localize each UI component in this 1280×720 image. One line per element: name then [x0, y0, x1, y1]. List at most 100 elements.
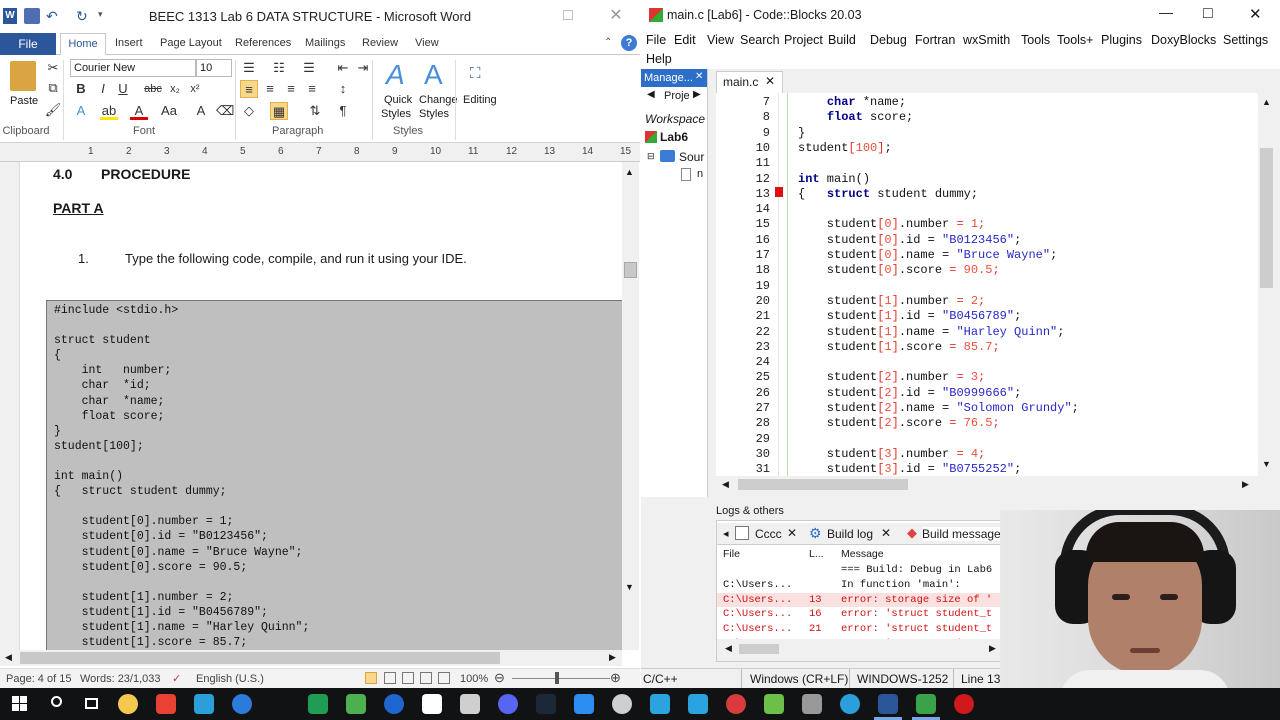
tab-cccc[interactable]: Cccc — [755, 527, 782, 541]
edge-icon[interactable] — [840, 694, 860, 714]
page-count[interactable]: Page: 4 of 15 — [6, 673, 71, 685]
sources-node[interactable]: Sour — [679, 150, 704, 164]
menu-build[interactable]: Build — [828, 33, 856, 47]
app-icon[interactable] — [802, 694, 822, 714]
scroll-up-icon[interactable]: ▲ — [625, 167, 634, 177]
font-size-select[interactable]: 10 — [196, 59, 232, 77]
align-left-icon[interactable]: ≡ — [240, 80, 258, 98]
borders-icon[interactable]: ▦ — [270, 102, 288, 120]
zoom-thumb[interactable] — [555, 672, 559, 684]
log-column-header[interactable]: Message — [841, 548, 884, 560]
file-explorer-icon[interactable] — [118, 694, 138, 714]
menu-doxyblocks[interactable]: DoxyBlocks — [1151, 33, 1216, 47]
app-icon[interactable] — [574, 694, 594, 714]
word-horizontal-scrollbar[interactable]: ◀ ▶ — [0, 650, 622, 666]
app-icon[interactable] — [612, 694, 632, 714]
sort-icon[interactable]: ⇅ — [306, 102, 324, 120]
grow-font-icon[interactable]: A — [192, 102, 210, 120]
close-panel-icon[interactable]: ✕ — [695, 71, 703, 82]
hscroll-thumb[interactable] — [20, 652, 500, 664]
menu-project[interactable]: Project — [784, 33, 823, 47]
print-layout-icon[interactable] — [365, 672, 377, 684]
text-effects-icon[interactable]: A — [72, 102, 90, 120]
justify-icon[interactable]: ≡ — [303, 80, 321, 98]
expand-icon[interactable]: ⊟ — [647, 151, 655, 162]
web-layout-icon[interactable] — [402, 672, 414, 684]
help-icon[interactable]: ? — [621, 35, 637, 51]
scroll-down-icon[interactable]: ▼ — [625, 582, 634, 592]
windows-start-icon[interactable] — [8, 692, 32, 716]
steam-icon[interactable] — [536, 694, 556, 714]
scroll-thumb[interactable] — [1260, 148, 1273, 288]
tab-scroll-left-icon[interactable]: ◀ — [647, 89, 655, 100]
maximize-icon[interactable]: □ — [557, 6, 579, 26]
app-icon[interactable] — [346, 694, 366, 714]
proofing-icon[interactable]: ✓ — [172, 672, 181, 685]
tab-home[interactable]: Home — [60, 33, 106, 56]
menu-tools[interactable]: Tools+ — [1057, 33, 1093, 47]
menu-settings[interactable]: Settings — [1223, 33, 1268, 47]
hscroll-thumb[interactable] — [738, 479, 908, 490]
underline-icon[interactable]: U — [114, 80, 132, 98]
show-marks-icon[interactable]: ¶ — [334, 102, 352, 120]
line-spacing-icon[interactable]: ↕ — [334, 80, 352, 98]
zoom-level[interactable]: 100% — [460, 673, 488, 685]
cut-icon[interactable]: ✂ — [44, 59, 62, 77]
menu-search[interactable]: Search — [740, 33, 780, 47]
edge-icon[interactable] — [194, 694, 214, 714]
bullets-icon[interactable]: ☰ — [240, 59, 258, 77]
paste-icon[interactable] — [10, 61, 36, 91]
close-icon[interactable]: ✕ — [1249, 5, 1262, 23]
tab-page-layout[interactable]: Page Layout — [160, 37, 222, 49]
error-marker-icon[interactable] — [775, 187, 783, 197]
tab-insert[interactable]: Insert — [115, 37, 143, 49]
change-styles-label-2[interactable]: Styles — [419, 108, 449, 120]
editing-button[interactable]: Editing — [463, 94, 497, 106]
tab-build-log[interactable]: Build log — [827, 527, 873, 541]
tab-build-messages[interactable]: Build message — [922, 527, 1001, 541]
tab-file[interactable]: File — [0, 33, 56, 55]
scroll-left-icon[interactable]: ◀ — [722, 479, 729, 490]
code-block-selection[interactable]: #include <stdio.h> struct student{ int nu… — [46, 300, 622, 650]
scroll-left-icon[interactable]: ◀ — [5, 652, 12, 663]
scroll-right-icon[interactable]: ▶ — [989, 643, 996, 654]
close-tab-icon[interactable]: ✕ — [787, 526, 797, 540]
qat-dropdown-icon[interactable]: ▾ — [98, 9, 103, 20]
menu-edit[interactable]: Edit — [674, 33, 696, 47]
menu-help[interactable]: Help — [646, 52, 672, 66]
multilevel-list-icon[interactable]: ☰ — [300, 59, 318, 77]
draft-icon[interactable] — [438, 672, 450, 684]
zoom-in-icon[interactable]: ⊕ — [610, 670, 621, 686]
outline-icon[interactable] — [420, 672, 432, 684]
telegram-icon[interactable] — [650, 694, 670, 714]
close-icon[interactable]: ✕ — [605, 6, 627, 26]
codeblocks-icon[interactable] — [916, 694, 936, 714]
font-color-icon[interactable]: A — [130, 102, 148, 120]
redo-icon[interactable]: ↻ — [76, 8, 92, 24]
change-styles-label[interactable]: Change — [419, 94, 458, 106]
highlight-icon[interactable]: ab — [100, 102, 118, 120]
editor-horizontal-scrollbar[interactable]: ◀ ▶ — [716, 476, 1258, 493]
menu-tools[interactable]: Tools — [1021, 33, 1050, 47]
undo-icon[interactable]: ↶ — [46, 8, 62, 24]
vpn-icon[interactable] — [308, 694, 328, 714]
word-count[interactable]: Words: 23/1,033 — [80, 673, 161, 685]
project-node[interactable]: Lab6 — [660, 130, 688, 144]
language-indicator[interactable]: English (U.S.) — [196, 673, 264, 685]
word-icon[interactable] — [878, 694, 898, 714]
scroll-down-icon[interactable]: ▼ — [1262, 459, 1271, 469]
reading-layout-icon[interactable] — [384, 672, 396, 684]
copy-icon[interactable]: ⧉ — [44, 79, 62, 97]
change-styles-icon[interactable]: A — [424, 59, 443, 91]
app-icon[interactable] — [460, 694, 480, 714]
scroll-left-icon[interactable]: ◀ — [725, 643, 732, 654]
clear-format-icon[interactable]: ⌫ — [216, 102, 234, 120]
log-column-header[interactable]: File — [723, 548, 740, 560]
superscript-icon[interactable]: x² — [186, 80, 204, 98]
align-center-icon[interactable]: ≡ — [261, 80, 279, 98]
menu-debug[interactable]: Debug — [870, 33, 907, 47]
shading-icon[interactable]: ◇ — [240, 102, 258, 120]
tab-scroll-right-icon[interactable]: ▶ — [693, 89, 701, 100]
tab-view[interactable]: View — [415, 37, 439, 49]
file-node[interactable]: n — [697, 168, 703, 180]
